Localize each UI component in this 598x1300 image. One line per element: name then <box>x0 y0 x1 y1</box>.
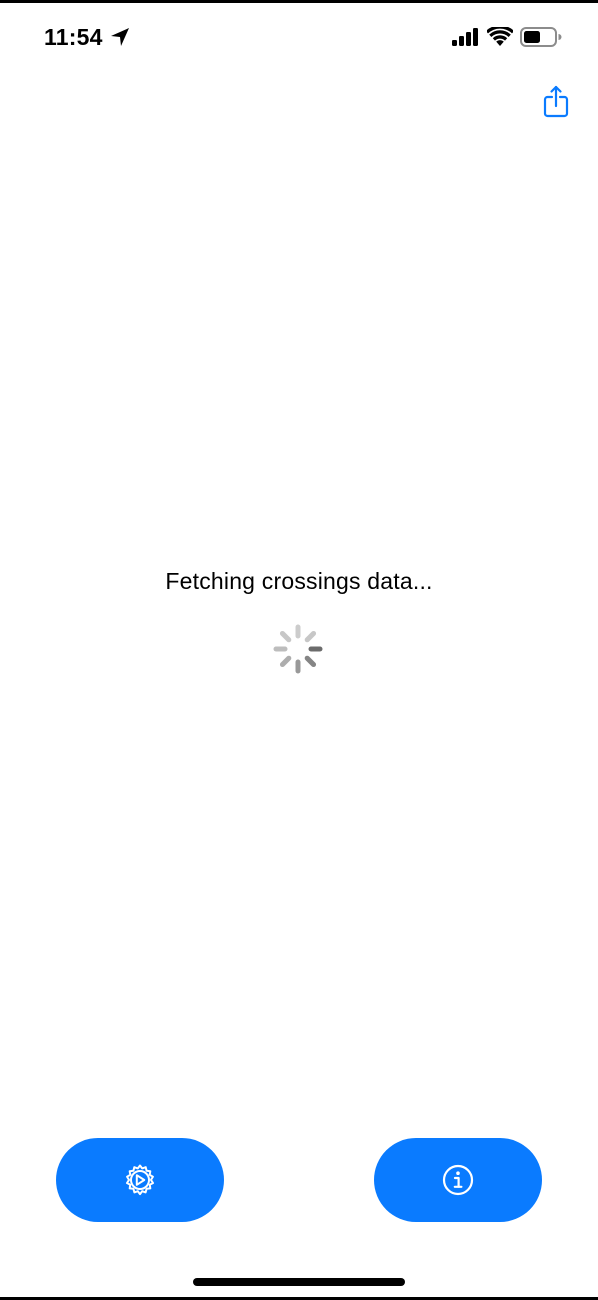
loading-message: Fetching crossings data... <box>165 568 433 594</box>
location-arrow-icon <box>110 28 129 46</box>
wifi-icon <box>487 27 513 46</box>
settings-button[interactable] <box>56 1138 224 1222</box>
cellular-signal-icon <box>452 28 478 46</box>
status-time-group: 11:54 <box>44 22 131 52</box>
share-icon <box>543 85 569 118</box>
share-button[interactable] <box>540 82 572 120</box>
activity-indicator-icon <box>272 623 324 675</box>
spinner-graphic <box>273 624 323 674</box>
info-icon <box>442 1164 474 1196</box>
battery-icon <box>520 27 562 47</box>
settings-gear-icon <box>126 1164 154 1196</box>
status-time: 11:54 <box>44 23 103 50</box>
info-button[interactable] <box>374 1138 542 1222</box>
status-indicators <box>451 24 562 50</box>
home-indicator[interactable] <box>193 1278 405 1286</box>
status-bar: 11:54 <box>0 0 598 74</box>
